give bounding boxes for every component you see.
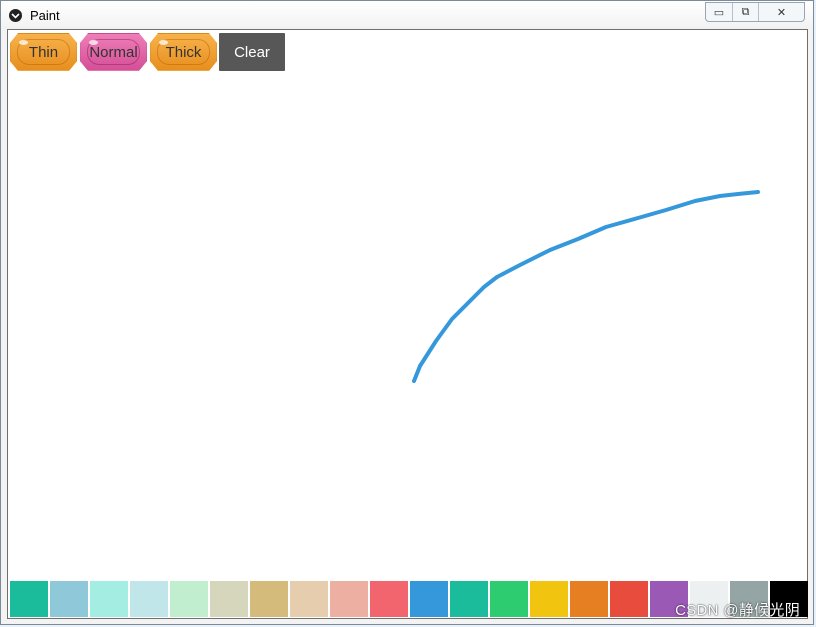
color-swatch[interactable] [130,581,168,617]
color-swatch[interactable] [530,581,568,617]
thin-button-label: Thin [28,43,59,61]
watermark: CSDN @静候光阴 [675,602,800,619]
color-swatch[interactable] [370,581,408,617]
drawing-layer [412,190,760,383]
thick-button-label: Thick [165,43,202,61]
color-swatch[interactable] [450,581,488,617]
thin-button[interactable]: Thin [10,33,77,71]
color-swatch[interactable] [90,581,128,617]
color-swatch[interactable] [490,581,528,617]
thick-button[interactable]: Thick [150,33,217,71]
clear-button[interactable]: Clear [219,33,285,71]
color-swatch[interactable] [290,581,328,617]
color-swatch[interactable] [250,581,288,617]
color-swatch[interactable] [210,581,248,617]
color-swatch[interactable] [330,581,368,617]
color-swatch[interactable] [10,581,48,617]
color-swatch[interactable] [610,581,648,617]
color-swatch[interactable] [50,581,88,617]
normal-button-label: Normal [89,43,138,61]
button-shine [19,40,28,45]
drawn-stroke [412,190,760,383]
color-swatch[interactable] [570,581,608,617]
normal-button[interactable]: Normal [80,33,147,71]
color-swatch[interactable] [170,581,208,617]
color-swatch[interactable] [410,581,448,617]
